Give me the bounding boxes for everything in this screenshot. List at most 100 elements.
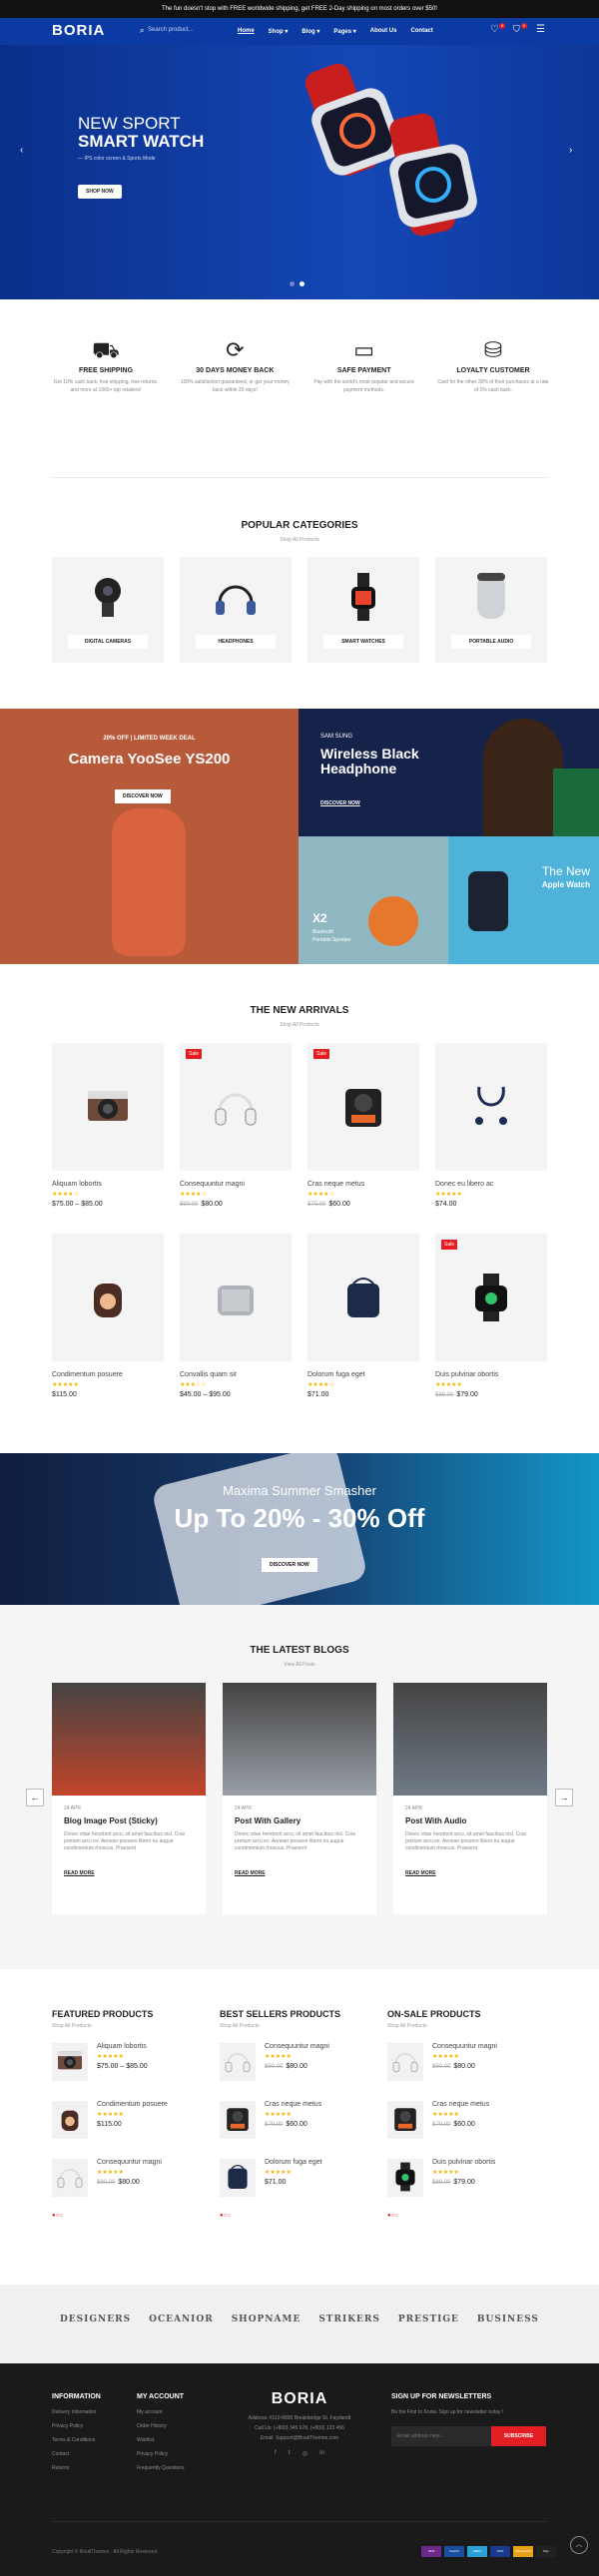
nav-about[interactable]: About Us bbox=[370, 28, 397, 35]
blog-next-arrow-icon[interactable]: → bbox=[555, 1789, 573, 1806]
list-item-name[interactable]: Consequuntur magni bbox=[265, 2043, 329, 2050]
nav-blog[interactable]: Blog ▾ bbox=[301, 28, 319, 35]
list-item[interactable]: Duis pulvinar obortis ★★★★★ $89.00 $79.00 bbox=[387, 2159, 547, 2197]
category-card[interactable]: HEADPHONES bbox=[180, 557, 292, 663]
list-item-image[interactable] bbox=[52, 2159, 88, 2197]
brand-logo[interactable]: STRIKERS bbox=[318, 2315, 380, 2324]
list-item-name[interactable]: Dolorum fuga eget bbox=[265, 2159, 322, 2166]
product-name[interactable]: Dolorum fuga eget bbox=[307, 1371, 419, 1378]
brand-logo[interactable]: PRESTIGE bbox=[398, 2315, 459, 2324]
product-image[interactable]: Sale bbox=[180, 1043, 292, 1171]
search-icon[interactable]: ⌕ bbox=[140, 26, 144, 36]
nav-pages[interactable]: Pages ▾ bbox=[333, 28, 355, 35]
facebook-icon[interactable]: f bbox=[275, 2450, 277, 2457]
pagination-dots[interactable]: ●○○ bbox=[387, 2213, 547, 2219]
footer-link[interactable]: Frequently Questions bbox=[137, 2461, 185, 2475]
footer-link[interactable]: Delivery Information bbox=[52, 2405, 96, 2419]
product-card[interactable]: Dolorum fuga eget ★★★★☆ $71.00 bbox=[307, 1234, 419, 1398]
hero-shop-button[interactable]: SHOP NOW bbox=[78, 185, 122, 199]
nav-shop[interactable]: Shop ▾ bbox=[269, 28, 289, 35]
product-card[interactable]: Sale Cras neque metus ★★★★☆ $70.00 $60.00 bbox=[307, 1043, 419, 1208]
list-item-image[interactable] bbox=[220, 2101, 256, 2139]
list-item-image[interactable] bbox=[220, 2043, 256, 2081]
product-name[interactable]: Duis pulvinar obortis bbox=[435, 1371, 547, 1378]
brand-logo[interactable]: SHOPNAME bbox=[232, 2315, 301, 2324]
blog-image[interactable] bbox=[223, 1683, 376, 1796]
blog-title[interactable]: Blog Image Post (Sticky) bbox=[64, 1816, 194, 1825]
product-image[interactable] bbox=[52, 1043, 164, 1171]
list-item-image[interactable] bbox=[387, 2043, 423, 2081]
list-item-image[interactable] bbox=[52, 2043, 88, 2081]
promo-speaker-banner[interactable]: X2 Bluetooth Portable Speaker bbox=[299, 836, 448, 964]
categories-subtitle[interactable]: Shop All Products bbox=[0, 537, 599, 543]
promo-headphone-banner[interactable]: SAM SUNG Wireless Black Headphone DISCOV… bbox=[299, 709, 599, 836]
list-item[interactable]: Consequuntur magni ★★★★★ $90.00 $80.00 bbox=[52, 2159, 212, 2197]
read-more-link[interactable]: READ MORE bbox=[64, 1870, 194, 1876]
nav-contact[interactable]: Contact bbox=[410, 28, 432, 35]
search-input[interactable]: Search product... bbox=[148, 27, 194, 33]
list-item[interactable]: Aliquam lobortis ★★★★★ $75.00 – $85.00 bbox=[52, 2043, 212, 2081]
footer-link[interactable]: Privacy Policy bbox=[52, 2419, 96, 2433]
product-card[interactable]: Condimentum posuere ★★★★★ $115.00 bbox=[52, 1234, 164, 1398]
blog-title[interactable]: Post With Gallery bbox=[235, 1816, 364, 1825]
read-more-link[interactable]: READ MORE bbox=[405, 1870, 535, 1876]
footer-link[interactable]: My account bbox=[137, 2405, 185, 2419]
list-item-name[interactable]: Duis pulvinar obortis bbox=[432, 2159, 495, 2166]
list-item-name[interactable]: Consequuntur magni bbox=[97, 2159, 162, 2166]
blog-image[interactable] bbox=[52, 1683, 206, 1796]
slider-dot-active[interactable] bbox=[300, 281, 304, 286]
product-card[interactable]: Donec eu libero ac ★★★★★ $74.00 bbox=[435, 1043, 547, 1208]
product-image[interactable]: Sale bbox=[307, 1043, 419, 1171]
list-item-name[interactable]: Condimentum posuere bbox=[97, 2101, 168, 2108]
site-logo[interactable]: BORIA bbox=[52, 22, 105, 39]
product-image[interactable] bbox=[52, 1234, 164, 1361]
category-card[interactable]: SMART WATCHES bbox=[307, 557, 419, 663]
twitter-icon[interactable]: t bbox=[289, 2450, 291, 2457]
banner-discover-button[interactable]: DISCOVER NOW bbox=[262, 1558, 317, 1572]
pagination-dots[interactable]: ●○○ bbox=[220, 2213, 379, 2219]
list-item[interactable]: Dolorum fuga eget ★★★★★ $71.00 bbox=[220, 2159, 379, 2197]
list-subtitle[interactable]: Shop All Products bbox=[387, 2023, 547, 2029]
footer-link[interactable]: Order History bbox=[137, 2419, 185, 2433]
product-image[interactable]: Sale bbox=[435, 1234, 547, 1361]
category-card[interactable]: PORTABLE AUDIO bbox=[435, 557, 547, 663]
subscribe-button[interactable]: SUBSCRIBE bbox=[491, 2426, 546, 2446]
footer-link[interactable]: Terms & Conditions bbox=[52, 2433, 96, 2447]
list-item[interactable]: Cras neque metus ★★★★★ $70.00 $60.00 bbox=[387, 2101, 547, 2139]
product-card[interactable]: Aliquam lobortis ★★★★☆ $75.00 – $85.00 bbox=[52, 1043, 164, 1208]
list-item-name[interactable]: Cras neque metus bbox=[265, 2101, 321, 2108]
blog-image[interactable] bbox=[393, 1683, 547, 1796]
linkedin-icon[interactable]: in bbox=[319, 2450, 324, 2457]
product-image[interactable] bbox=[307, 1234, 419, 1361]
cart-icon[interactable]: ⛉ bbox=[513, 24, 520, 35]
slider-dot[interactable] bbox=[290, 281, 295, 286]
category-card[interactable]: DIGITAL CAMERAS bbox=[52, 557, 164, 663]
list-item-image[interactable] bbox=[220, 2159, 256, 2197]
instagram-icon[interactable]: ◎ bbox=[302, 2450, 307, 2457]
slider-next-icon[interactable]: › bbox=[569, 145, 572, 156]
list-subtitle[interactable]: Shop All Products bbox=[220, 2023, 379, 2029]
product-name[interactable]: Aliquam lobortis bbox=[52, 1181, 164, 1188]
list-item-image[interactable] bbox=[52, 2101, 88, 2139]
footer-logo[interactable]: BORIA bbox=[232, 2390, 367, 2408]
footer-link[interactable]: Contact bbox=[52, 2447, 96, 2461]
promo-discover-button[interactable]: DISCOVER NOW bbox=[115, 789, 171, 803]
brand-logo[interactable]: DESIGNERS bbox=[60, 2315, 131, 2324]
product-image[interactable] bbox=[435, 1043, 547, 1171]
nav-home[interactable]: Home bbox=[238, 28, 255, 35]
product-name[interactable]: Cras neque metus bbox=[307, 1181, 419, 1188]
blog-prev-arrow-icon[interactable]: ← bbox=[26, 1789, 44, 1806]
list-item-image[interactable] bbox=[387, 2101, 423, 2139]
list-item[interactable]: Condimentum posuere ★★★★★ $115.00 bbox=[52, 2101, 212, 2139]
pagination-dots[interactable]: ●○○ bbox=[52, 2213, 212, 2219]
blog-title[interactable]: Post With Audio bbox=[405, 1816, 535, 1825]
list-item-name[interactable]: Aliquam lobortis bbox=[97, 2043, 148, 2050]
list-item[interactable]: Consequuntur magni ★★★★★ $90.00 $80.00 bbox=[387, 2043, 547, 2081]
menu-icon[interactable]: ☰ bbox=[536, 24, 545, 35]
promo-camera-banner[interactable]: 20% OFF | LIMITED WEEK DEAL Camera YooSe… bbox=[0, 709, 299, 964]
product-name[interactable]: Convallis quam sit bbox=[180, 1371, 292, 1378]
list-item[interactable]: Cras neque metus ★★★★★ $70.00 $60.00 bbox=[220, 2101, 379, 2139]
list-item-name[interactable]: Cras neque metus bbox=[432, 2101, 489, 2108]
product-card[interactable]: Convallis quam sit ★★★☆☆ $45.00 – $95.00 bbox=[180, 1234, 292, 1398]
arrivals-subtitle[interactable]: Shop All Products bbox=[0, 1022, 599, 1028]
